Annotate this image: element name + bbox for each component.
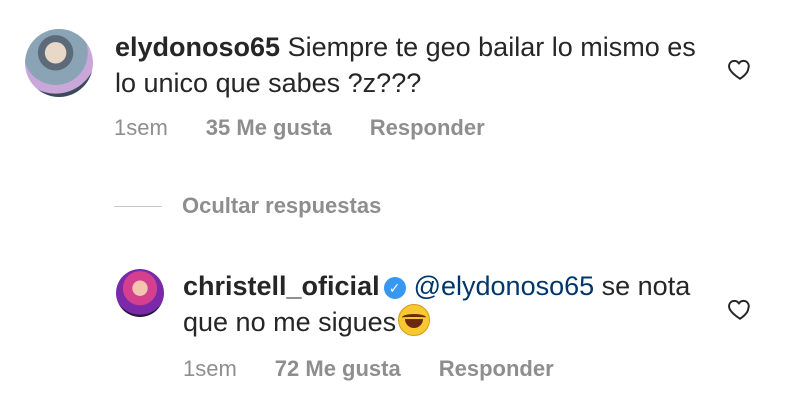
avatar[interactable] <box>25 29 93 97</box>
comment-time[interactable]: 1sem <box>114 115 168 141</box>
comment-likes[interactable]: 35 Me gusta <box>206 115 332 141</box>
reply-time[interactable]: 1sem <box>183 356 237 382</box>
reply-button[interactable]: Responder <box>370 115 485 141</box>
comment-username[interactable]: elydonoso65 <box>115 32 280 62</box>
reply-likes[interactable]: 72 Me gusta <box>275 356 401 382</box>
reply-mention[interactable]: @elydonoso65 <box>414 271 595 301</box>
verified-badge-icon: ✓ <box>383 277 406 299</box>
heart-icon[interactable] <box>727 296 753 322</box>
hide-replies-label[interactable]: Ocultar respuestas <box>182 193 381 219</box>
reply-avatar[interactable] <box>116 269 164 317</box>
reply-meta: 1sem 72 Me gusta Responder <box>183 356 592 382</box>
reply-reply-button[interactable]: Responder <box>439 356 554 382</box>
hide-replies-toggle[interactable]: Ocultar respuestas <box>114 193 381 219</box>
reply-username[interactable]: christell_oficial <box>183 271 380 301</box>
comment-body: elydonoso65 Siempre te geo bailar lo mis… <box>115 29 715 101</box>
face-with-tears-of-joy-icon <box>398 304 431 336</box>
comment-meta: 1sem 35 Me gusta Responder <box>114 115 523 141</box>
heart-icon[interactable] <box>727 56 753 82</box>
divider <box>114 205 162 207</box>
reply-body: christell_oficial ✓ @elydonoso65 se nota q… <box>183 268 723 340</box>
